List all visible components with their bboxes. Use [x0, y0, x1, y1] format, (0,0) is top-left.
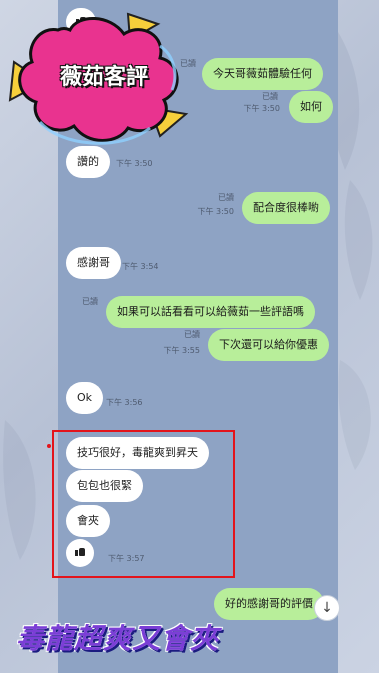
read-receipt: 已讀: [218, 193, 234, 202]
message-timestamp: 下午 3:55: [163, 346, 200, 355]
message-bubble-outgoing: 今天哥薇茹體驗任何: [202, 58, 323, 90]
message-bubble-outgoing: 如何: [289, 91, 333, 123]
read-receipt: 已讀: [184, 330, 200, 339]
screenshot-page: 已讀 今天哥薇茹體驗任何 已讀 下午 3:50 如何 讚的 下午 3:50 已讀…: [0, 0, 379, 673]
caption-title: 毒龍超爽又會夾: [16, 622, 220, 655]
message-timestamp: 下午 3:50: [243, 104, 280, 113]
scroll-down-button[interactable]: ↓: [314, 595, 340, 621]
message-bubble-outgoing: 如果可以話看看可以給薇茹一些評語嗎: [106, 296, 315, 328]
message-bubble-outgoing: 下次還可以給你優惠: [208, 329, 329, 361]
read-receipt: 已讀: [262, 92, 278, 101]
highlight-dot: [47, 444, 51, 448]
message-timestamp: 下午 3:54: [122, 262, 159, 271]
highlight-box: [52, 430, 235, 578]
read-receipt: 已讀: [82, 297, 98, 306]
badge-title: 薇茹客評: [59, 65, 148, 90]
message-bubble-outgoing: 配合度很棒喲: [242, 192, 330, 224]
message-timestamp: 下午 3:50: [116, 159, 153, 168]
message-timestamp: 下午 3:56: [106, 398, 143, 407]
message-timestamp: 下午 3:50: [197, 207, 234, 216]
message-bubble-incoming: 感謝哥: [66, 247, 121, 279]
arrow-down-icon: ↓: [321, 600, 333, 616]
review-badge: 薇茹客評: [0, 6, 200, 156]
message-bubble-incoming: Ok: [66, 382, 104, 414]
